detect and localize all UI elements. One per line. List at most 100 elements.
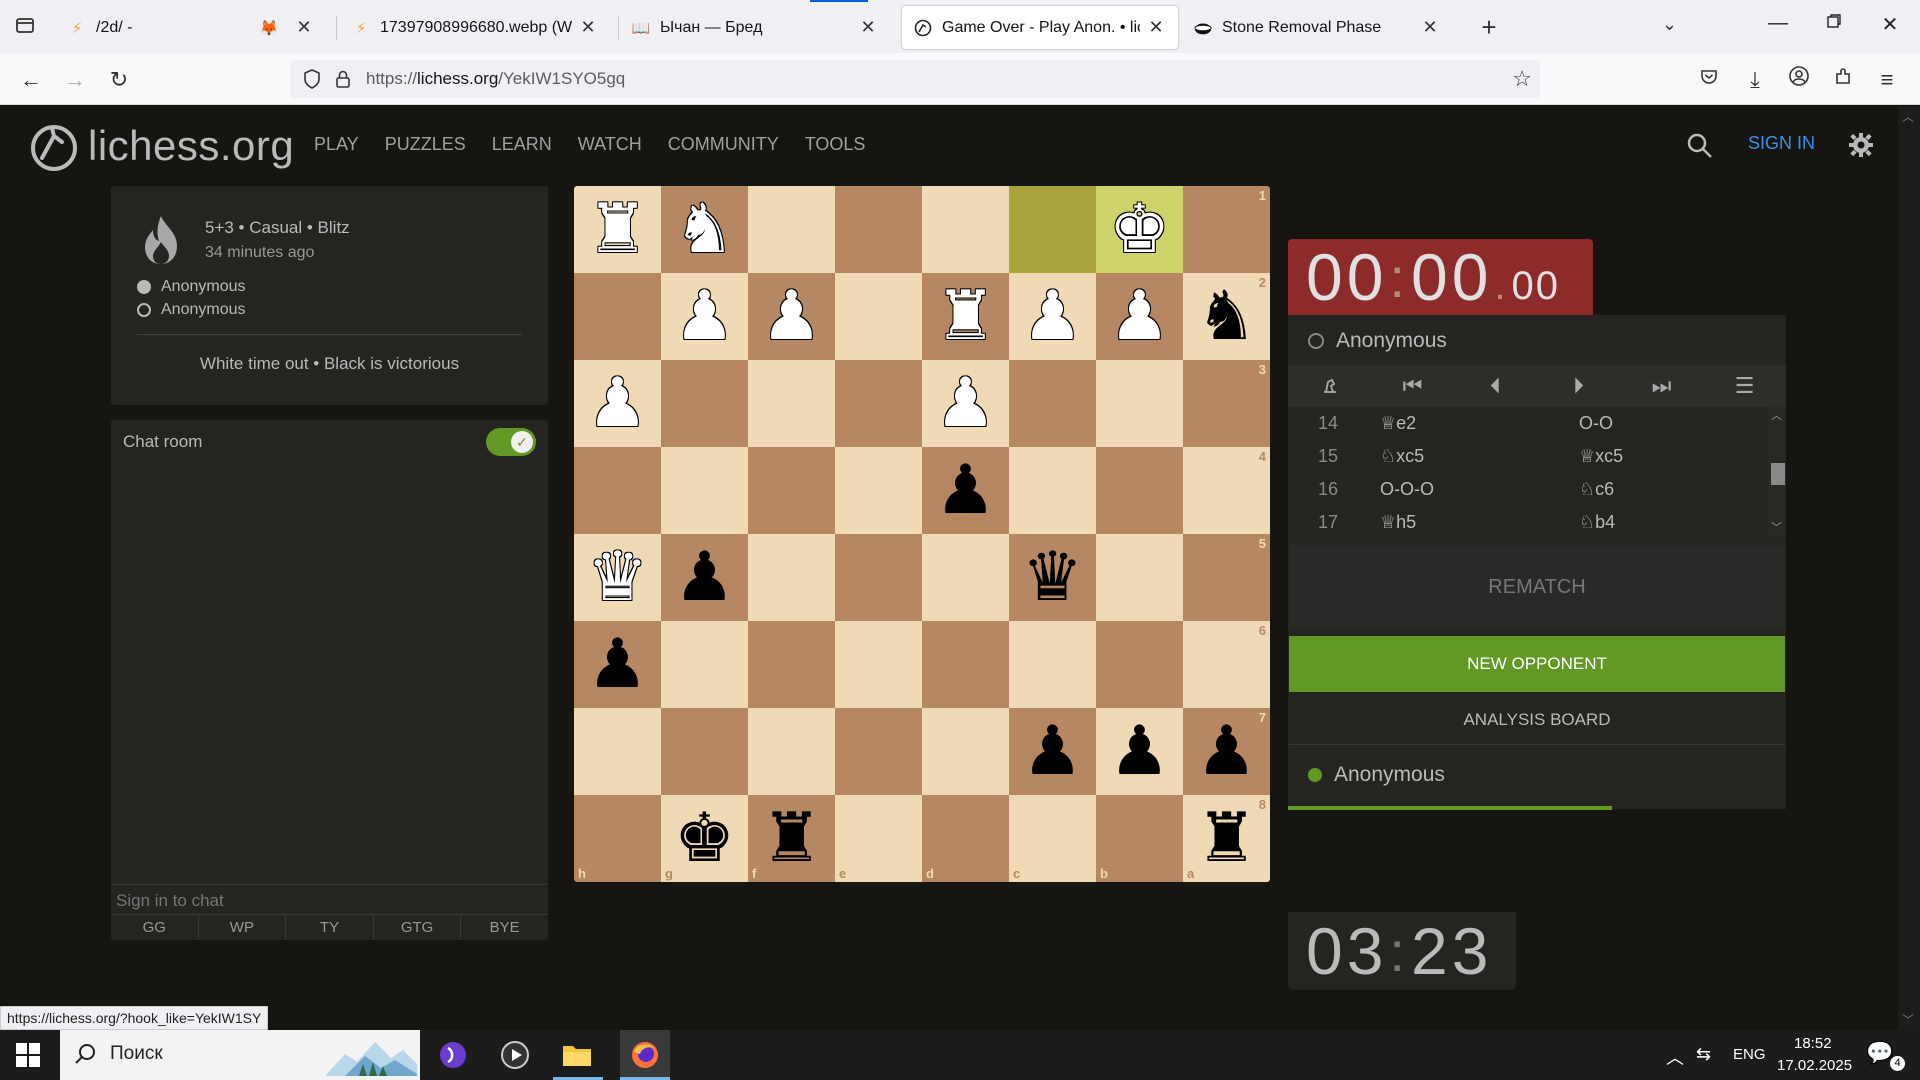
nav-play[interactable]: PLAY <box>314 134 359 155</box>
white-rook-icon[interactable]: ♜ <box>587 195 648 264</box>
prev-move-icon[interactable]: ⏴ <box>1454 365 1537 407</box>
black-knight-icon[interactable]: ♞ <box>1196 282 1257 351</box>
white-king-icon[interactable]: ♚ <box>1109 195 1170 264</box>
board-square-e1[interactable] <box>835 186 922 273</box>
board-square-d7[interactable] <box>922 708 1009 795</box>
page-scrollbar[interactable]: ︿ ﹀ <box>1898 106 1920 1030</box>
black-pawn-icon[interactable]: ♟ <box>1196 717 1257 786</box>
language-indicator[interactable]: ENG <box>1733 1046 1766 1063</box>
black-move[interactable]: O-O <box>1567 413 1766 434</box>
white-pawn-icon[interactable]: ♟ <box>674 282 735 351</box>
scroll-up-icon[interactable]: ︿ <box>1902 108 1914 125</box>
black-player-row[interactable]: Anonymous <box>137 301 246 319</box>
board-square-e4[interactable] <box>835 447 922 534</box>
nav-community[interactable]: COMMUNITY <box>668 134 779 155</box>
board-square-c6[interactable] <box>1009 621 1096 708</box>
clock-date[interactable]: 17.02.2025 <box>1777 1057 1852 1074</box>
next-move-icon[interactable]: ⏵ <box>1537 365 1620 407</box>
board-square-f5[interactable] <box>748 534 835 621</box>
preset-wp[interactable]: WP <box>199 915 287 940</box>
back-icon[interactable]: ← <box>16 65 46 95</box>
board-square-d8[interactable]: d <box>922 795 1009 882</box>
close-tab-icon[interactable]: ✕ <box>1420 17 1440 38</box>
address-bar[interactable]: https://lichess.org/YekIW1SYO5gq ☆ <box>290 60 1540 98</box>
chat-input[interactable]: Sign in to chat <box>111 884 548 914</box>
downloads-icon[interactable]: ⤓ <box>1740 65 1770 95</box>
media-app-icon[interactable] <box>434 1036 472 1074</box>
preset-bye[interactable]: BYE <box>461 915 548 940</box>
search-icon[interactable] <box>1686 132 1714 160</box>
black-pawn-icon[interactable]: ♟ <box>1022 717 1083 786</box>
board-square-e3[interactable] <box>835 360 922 447</box>
board-square-c1[interactable] <box>1009 186 1096 273</box>
white-pawn-icon[interactable]: ♟ <box>1109 282 1170 351</box>
bottom-player[interactable]: Anonymous <box>1308 763 1445 787</box>
new-opponent-button[interactable]: NEW OPPONENT <box>1289 636 1785 692</box>
white-pawn-icon[interactable]: ♟ <box>935 369 996 438</box>
board-square-h6[interactable]: ♟ <box>574 621 661 708</box>
board-square-c7[interactable]: ♟ <box>1009 708 1096 795</box>
white-queen-icon[interactable]: ♛ <box>587 543 648 612</box>
file-explorer-icon[interactable] <box>558 1036 596 1074</box>
board-square-a7[interactable]: ♟ 7 <box>1183 708 1270 795</box>
board-square-d6[interactable] <box>922 621 1009 708</box>
tab-list-icon[interactable] <box>10 14 40 44</box>
white-pawn-icon[interactable]: ♟ <box>587 369 648 438</box>
player-app-icon[interactable] <box>496 1036 534 1074</box>
board-square-a3[interactable]: 3 <box>1183 360 1270 447</box>
white-knight-icon[interactable]: ♞ <box>674 195 735 264</box>
board-square-b1[interactable]: ♚ <box>1096 186 1183 273</box>
board-square-h8[interactable]: h <box>574 795 661 882</box>
clock-time[interactable]: 18:52 <box>1794 1035 1832 1052</box>
scroll-down-icon[interactable]: ﹀ <box>1771 519 1782 535</box>
lock-icon[interactable] <box>334 69 352 89</box>
black-move[interactable]: ♕xc5 <box>1567 446 1766 467</box>
tab-webp-image[interactable]: ⚡ 17397908996680.webp (WEBP I ✕ <box>340 6 610 49</box>
black-pawn-icon[interactable]: ♟ <box>674 543 735 612</box>
gear-icon[interactable] <box>1848 132 1874 158</box>
extensions-icon[interactable] <box>1828 65 1858 95</box>
black-rook-icon[interactable]: ♜ <box>1196 804 1257 873</box>
board-square-g5[interactable]: ♟ <box>661 534 748 621</box>
board-square-f3[interactable] <box>748 360 835 447</box>
nav-watch[interactable]: WATCH <box>578 134 642 155</box>
app-menu-icon[interactable]: ≡ <box>1872 65 1902 95</box>
board-square-e2[interactable] <box>835 273 922 360</box>
black-pawn-icon[interactable]: ♟ <box>935 456 996 525</box>
menu-icon[interactable]: ☰ <box>1703 365 1786 407</box>
board-square-g7[interactable] <box>661 708 748 795</box>
move-list-scrollbar[interactable]: ︿ ﹀ <box>1768 407 1786 535</box>
forward-icon[interactable]: → <box>60 65 90 95</box>
board-square-d5[interactable] <box>922 534 1009 621</box>
nav-learn[interactable]: LEARN <box>492 134 552 155</box>
board-square-e5[interactable] <box>835 534 922 621</box>
board-square-g4[interactable] <box>661 447 748 534</box>
bookmark-star-icon[interactable]: ☆ <box>1512 66 1532 92</box>
board-square-g2[interactable]: ♟ <box>661 273 748 360</box>
tab-ychan[interactable]: 📖 Ычан — Бред ✕ <box>620 6 890 49</box>
board-square-f1[interactable] <box>748 186 835 273</box>
nav-puzzles[interactable]: PUZZLES <box>385 134 466 155</box>
board-square-h2[interactable] <box>574 273 661 360</box>
analysis-board-button[interactable]: ANALYSIS BOARD <box>1289 695 1785 745</box>
taskbar-search[interactable]: Поиск <box>60 1030 420 1080</box>
preset-gg[interactable]: GG <box>111 915 199 940</box>
account-icon[interactable] <box>1784 65 1814 95</box>
last-move-icon[interactable]: ⏭ <box>1620 365 1703 407</box>
chess-board[interactable]: ♜ ♞ ♚ 1 ♟ ♟ ♜ ♟ ♟ ♞ 2 ♟ ♟ 3 ♟ 4 ♛ ♟ ♛ 5 ♟ 6 ♟ ♟ ♟ 7 h ♚ g ♜ f e d c b ♜ 8 a <box>574 186 1270 882</box>
board-square-e8[interactable]: e <box>835 795 922 882</box>
white-move[interactable]: O-O-O <box>1368 479 1567 500</box>
board-square-b5[interactable] <box>1096 534 1183 621</box>
white-move[interactable]: ♘xc5 <box>1368 446 1567 467</box>
board-square-a8[interactable]: ♜ 8 a <box>1183 795 1270 882</box>
first-move-icon[interactable]: ⏮ <box>1371 365 1454 407</box>
windows-start-icon[interactable] <box>16 1043 40 1067</box>
board-square-d2[interactable]: ♜ <box>922 273 1009 360</box>
board-square-d1[interactable] <box>922 186 1009 273</box>
board-square-b7[interactable]: ♟ <box>1096 708 1183 795</box>
board-square-b2[interactable]: ♟ <box>1096 273 1183 360</box>
black-move[interactable]: ♘b4 <box>1567 512 1766 533</box>
board-square-c5[interactable]: ♛ <box>1009 534 1096 621</box>
tracking-shield-icon[interactable] <box>302 68 322 90</box>
top-player[interactable]: Anonymous <box>1308 329 1447 353</box>
